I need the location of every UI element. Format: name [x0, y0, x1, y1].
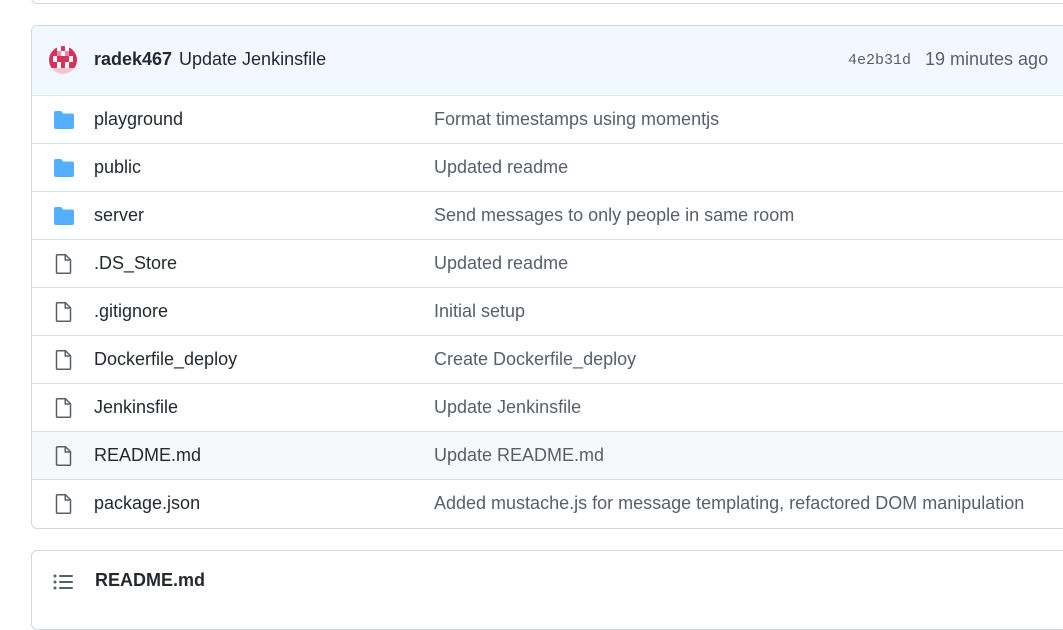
file-row[interactable]: playground Format timestamps using moment… [32, 96, 1063, 143]
commit-message-link[interactable]: Update Jenkinsfile [179, 49, 326, 70]
folder-icon [52, 206, 76, 226]
file-commit-message-link[interactable]: Format timestamps using momentjs [434, 109, 719, 130]
file-row[interactable]: .gitignore Initial setup [32, 287, 1063, 335]
file-name-link[interactable]: package.json [94, 493, 200, 514]
file-row[interactable]: .DS_Store Updated readme [32, 239, 1063, 287]
file-commit-message-link[interactable]: Create Dockerfile_deploy [434, 349, 636, 370]
file-name-link[interactable]: .gitignore [94, 301, 168, 322]
file-commit-message-link[interactable]: Update README.md [434, 445, 604, 466]
file-icon [52, 398, 76, 418]
file-icon [52, 446, 76, 466]
folder-icon [52, 158, 76, 178]
file-commit-message-link[interactable]: Updated readme [434, 253, 568, 274]
file-name-link[interactable]: playground [94, 109, 183, 130]
readme-panel: README.md [31, 550, 1063, 630]
file-row[interactable]: Jenkinsfile Update Jenkinsfile [32, 383, 1063, 431]
file-commit-message-link[interactable]: Initial setup [434, 301, 525, 322]
file-name-link[interactable]: public [94, 157, 141, 178]
file-list: playground Format timestamps using moment… [32, 96, 1063, 527]
author-avatar[interactable] [49, 46, 77, 74]
file-name-link[interactable]: Dockerfile_deploy [94, 349, 237, 370]
file-row[interactable]: public Updated readme [32, 143, 1063, 191]
file-name-link[interactable]: .DS_Store [94, 253, 177, 274]
file-row[interactable]: package.json Added mustache.js for messag… [32, 479, 1063, 527]
file-commit-message-link[interactable]: Updated readme [434, 157, 568, 178]
file-icon [52, 494, 76, 514]
list-unordered-icon[interactable] [53, 573, 75, 591]
commit-age: 19 minutes ago [925, 49, 1049, 69]
file-row[interactable]: server Send messages to only people in sa… [32, 191, 1063, 239]
file-commit-message-link[interactable]: Update Jenkinsfile [434, 397, 581, 418]
file-icon [52, 350, 76, 370]
file-row[interactable]: Dockerfile_deploy Create Dockerfile_deplo… [32, 335, 1063, 383]
file-icon [52, 254, 76, 274]
folder-icon [52, 110, 76, 130]
latest-commit-bar: radek467 Update Jenkinsfile 4e2b31d 19 m… [32, 26, 1063, 96]
file-name-link[interactable]: server [94, 205, 144, 226]
file-commit-message-link[interactable]: Added mustache.js for message templating… [434, 493, 1024, 514]
file-name-link[interactable]: Jenkinsfile [94, 397, 178, 418]
file-icon [52, 302, 76, 322]
commit-sha-link[interactable]: 4e2b31d [848, 52, 911, 69]
file-row[interactable]: README.md Update README.md [32, 431, 1063, 479]
previous-panel-border [31, 0, 1063, 4]
file-browser: radek467 Update Jenkinsfile 4e2b31d 19 m… [31, 25, 1063, 529]
commit-author-link[interactable]: radek467 [94, 49, 172, 70]
readme-title: README.md [95, 570, 206, 590]
file-name-link[interactable]: README.md [94, 445, 201, 466]
file-commit-message-link[interactable]: Send messages to only people in same roo… [434, 205, 794, 226]
